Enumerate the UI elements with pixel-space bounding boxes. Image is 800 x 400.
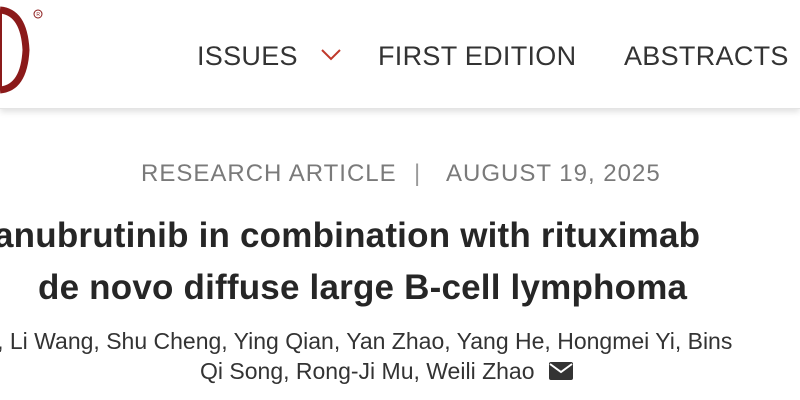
author-link[interactable]: Yan Zhao,: [346, 328, 450, 354]
svg-text:R: R: [36, 12, 40, 18]
page: R ISSUES FIRST EDITION ABSTRACTS RESEARC…: [0, 0, 800, 400]
author-link[interactable]: Weili Zhao: [426, 358, 534, 384]
meta-separator: |: [414, 160, 422, 187]
nav-item-issues[interactable]: ISSUES: [197, 36, 342, 76]
nav-item-abstracts-label: ABSTRACTS: [624, 41, 789, 71]
nav-item-first-edition-label: FIRST EDITION: [378, 41, 577, 71]
author-list-line-1: i, Li Wang, Shu Cheng, Ying Qian, Yan Zh…: [0, 325, 792, 357]
nav-item-first-edition[interactable]: FIRST EDITION: [378, 36, 576, 76]
article-title-line-1: anubrutinib in combination with rituxima…: [0, 216, 701, 255]
author-link[interactable]: Yang He,: [457, 328, 551, 354]
publication-date: AUGUST 19, 2025: [446, 160, 661, 187]
author-link[interactable]: Qi Song,: [200, 358, 290, 384]
main-nav: ISSUES FIRST EDITION ABSTRACTS: [0, 36, 800, 76]
chevron-down-icon: [320, 49, 341, 61]
author-link[interactable]: Rong-Ji Mu,: [296, 358, 420, 384]
article-type: RESEARCH ARTICLE: [141, 160, 397, 187]
author-link[interactable]: i,: [0, 328, 4, 354]
site-header: R ISSUES FIRST EDITION ABSTRACTS: [0, 0, 800, 109]
author-link[interactable]: Ying Qian,: [234, 328, 341, 354]
author-link[interactable]: Hongmei Yi,: [557, 328, 681, 354]
envelope-icon[interactable]: [548, 361, 573, 380]
author-link[interactable]: Shu Cheng,: [106, 328, 227, 354]
article-title-line-2: de novo diffuse large B-cell lymphoma: [38, 268, 688, 307]
author-link[interactable]: Li Wang,: [10, 328, 100, 354]
author-list-line-2: Qi Song, Rong-Ji Mu, Weili Zhao: [200, 355, 800, 387]
nav-item-abstracts[interactable]: ABSTRACTS: [624, 36, 789, 76]
nav-item-issues-label: ISSUES: [197, 41, 298, 71]
author-link[interactable]: Bins: [688, 328, 733, 354]
